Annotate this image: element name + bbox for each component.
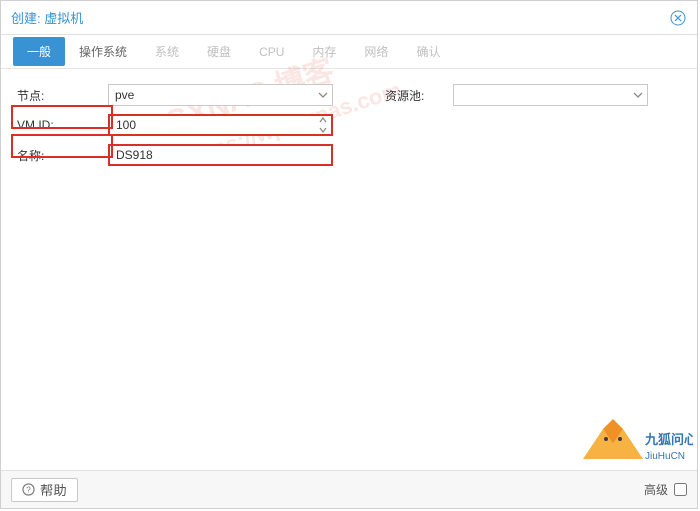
chevron-down-icon[interactable] [314,85,332,105]
dialog-footer: ? 帮助 高级 [1,470,697,508]
chevron-up-icon[interactable] [319,115,327,125]
dialog-title: 创建: 虚拟机 [11,8,83,27]
tab-disk: 硬盘 [193,37,245,66]
dialog-titlebar: 创建: 虚拟机 [1,1,697,35]
advanced-label: 高级 [644,481,668,498]
logo-text-bottom: JiuHuCN [645,451,685,462]
vmid-spinner[interactable] [108,114,333,136]
svg-text:?: ? [26,484,31,494]
tab-system: 系统 [141,37,193,66]
form-area: 节点: VM ID: [1,69,697,173]
tab-os[interactable]: 操作系统 [65,37,141,66]
node-label: 节点: [13,87,108,104]
chevron-down-icon[interactable] [319,125,327,135]
brand-watermark: 九狐问心 JiuHuCN [573,414,693,474]
pool-label: 资源池: [381,87,453,104]
close-icon[interactable] [669,9,687,27]
tab-general[interactable]: 一般 [13,37,65,66]
help-label: 帮助 [40,480,67,499]
tab-memory: 内存 [298,37,350,66]
tab-cpu: CPU [245,39,298,65]
vmid-label: VM ID: [13,118,108,132]
row-name: 名称: [13,143,353,167]
create-vm-dialog: 创建: 虚拟机 一般 操作系统 系统 硬盘 CPU 内存 网络 确认 GXNAS… [0,0,698,509]
tab-confirm: 确认 [402,37,454,66]
tab-network: 网络 [350,37,402,66]
name-label: 名称: [13,147,108,164]
help-button[interactable]: ? 帮助 [11,478,78,502]
row-pool: 资源池: [381,83,685,107]
pool-input[interactable] [453,84,648,106]
advanced-toggle[interactable]: 高级 [644,481,687,498]
row-vmid: VM ID: [13,113,353,137]
spinner-buttons[interactable] [314,115,332,135]
node-combo[interactable] [108,84,333,106]
advanced-checkbox[interactable] [674,483,687,496]
vmid-input[interactable] [108,114,333,136]
node-input[interactable] [108,84,333,106]
wizard-tabbar: 一般 操作系统 系统 硬盘 CPU 内存 网络 确认 [1,35,697,69]
chevron-down-icon[interactable] [629,85,647,105]
logo-text-top: 九狐问心 [644,432,693,447]
row-node: 节点: [13,83,353,107]
help-icon: ? [22,483,35,496]
pool-combo[interactable] [453,84,648,106]
name-input[interactable] [108,144,333,166]
